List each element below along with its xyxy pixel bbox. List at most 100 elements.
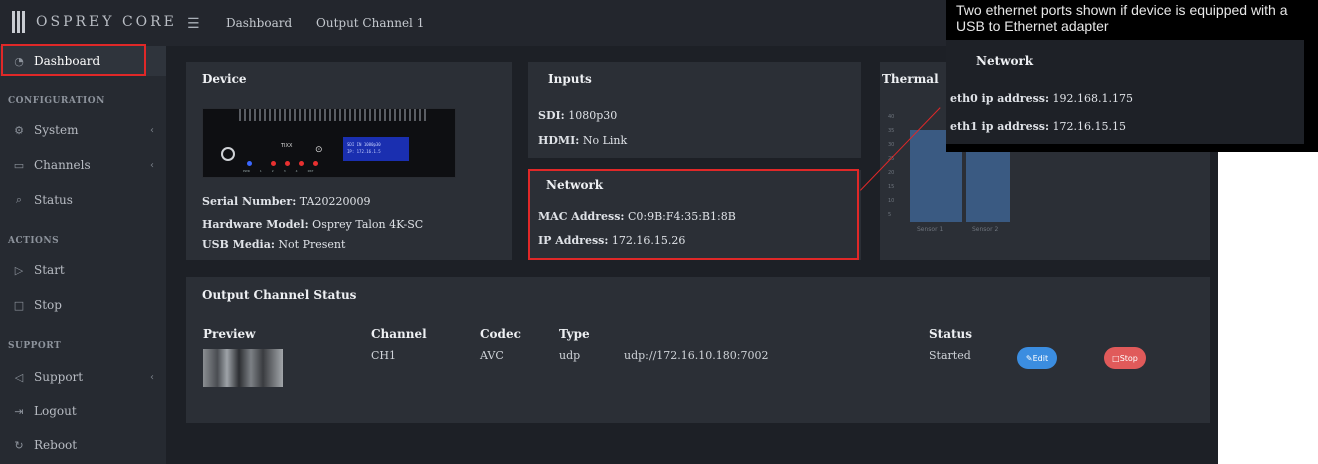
sidebar-item-support[interactable]: ◁ Support ‹ bbox=[0, 362, 166, 392]
chevron-left-icon: ‹ bbox=[150, 159, 154, 171]
channel-preview-thumbnail[interactable] bbox=[203, 349, 283, 387]
hdmi-label: HDMI: bbox=[538, 134, 580, 147]
reboot-icon: ↻ bbox=[14, 438, 24, 452]
breadcrumb-dashboard[interactable]: Dashboard bbox=[226, 16, 292, 30]
hdmi-value: No Link bbox=[582, 134, 628, 147]
led-indicator bbox=[285, 161, 290, 166]
sidebar-item-channels[interactable]: ▭ Channels ‹ bbox=[0, 150, 166, 180]
led-indicator bbox=[313, 161, 318, 166]
edit-button[interactable]: ✎ Edit bbox=[1017, 347, 1057, 369]
port-label: 3 bbox=[283, 169, 286, 173]
screen-line: SDI IN 1080p30 bbox=[347, 142, 381, 147]
sidebar-item-label: Start bbox=[34, 263, 65, 277]
device-title: Device bbox=[202, 72, 247, 86]
eth0-label: eth0 ip address: bbox=[950, 92, 1050, 105]
logo-icon bbox=[12, 11, 28, 33]
support-icon: ◁ bbox=[14, 370, 24, 384]
eth0-address: eth0 ip address: 192.168.1.175 bbox=[950, 92, 1133, 105]
sidebar-item-reboot[interactable]: ↻ Reboot bbox=[0, 430, 166, 460]
section-actions: ACTIONS bbox=[8, 236, 60, 246]
stop-icon: □ bbox=[13, 298, 25, 312]
led-indicator bbox=[247, 161, 252, 166]
led-indicator bbox=[271, 161, 276, 166]
chevron-left-icon: ‹ bbox=[150, 371, 154, 383]
sdi-value: 1080p30 bbox=[568, 109, 618, 122]
network-highlight-box bbox=[528, 169, 859, 260]
sidebar-item-label: Stop bbox=[34, 298, 62, 312]
col-header-preview: Preview bbox=[203, 327, 256, 341]
eth0-value: 192.168.1.175 bbox=[1052, 92, 1133, 105]
eth1-label: eth1 ip address: bbox=[950, 120, 1050, 133]
device-vent bbox=[239, 109, 429, 121]
sidebar-item-label: Support bbox=[34, 370, 84, 384]
sidebar-item-label: Channels bbox=[34, 158, 91, 172]
screen-line: IP: 172.16.1.5 bbox=[347, 149, 381, 154]
tick-label: 15 bbox=[888, 184, 895, 190]
thermal-title: Thermal bbox=[882, 72, 939, 86]
hamburger-icon[interactable]: ☰ bbox=[187, 16, 200, 32]
device-image: TIXX ⊙ SDI IN 1080p30 IP: 172.16.1.5 PWR… bbox=[202, 108, 456, 178]
sidebar-item-label: Logout bbox=[34, 404, 77, 418]
callout-network-title: Network bbox=[976, 54, 1034, 68]
callout-network-card: Network eth0 ip address: 192.168.1.175 e… bbox=[946, 40, 1304, 144]
sidebar-item-status[interactable]: ⌕ Status bbox=[0, 185, 166, 215]
serial-number: Serial Number: TA20220009 bbox=[202, 195, 370, 208]
tick-label: 10 bbox=[888, 198, 895, 204]
thermal-y-ticks: 40 35 30 25 20 15 10 5 bbox=[888, 110, 894, 222]
sensor-2-label: Sensor 2 bbox=[972, 226, 999, 233]
edit-label: Edit bbox=[1032, 353, 1049, 363]
row-codec: AVC bbox=[480, 349, 504, 362]
sidebar: ◔ Dashboard CONFIGURATION ⚙ System ‹ ▭ C… bbox=[0, 46, 166, 464]
power-icon bbox=[221, 147, 235, 161]
row-type: udp bbox=[559, 349, 581, 362]
stop-button[interactable]: □ Stop bbox=[1104, 347, 1146, 369]
tick-label: 5 bbox=[888, 212, 892, 218]
col-header-codec: Codec bbox=[480, 327, 521, 341]
section-configuration: CONFIGURATION bbox=[8, 96, 105, 106]
sidebar-item-system[interactable]: ⚙ System ‹ bbox=[0, 115, 166, 145]
logo-text: OSPREY CORE bbox=[36, 14, 177, 30]
callout-caption: Two ethernet ports shown if device is eq… bbox=[956, 2, 1288, 34]
sidebar-item-start[interactable]: ▷ Start bbox=[0, 255, 166, 285]
device-port-labels: PWR 1 2 3 4 RST bbox=[243, 169, 313, 173]
reset-icon: ⊙ bbox=[315, 145, 323, 155]
port-label: 4 bbox=[295, 169, 298, 173]
row-channel: CH1 bbox=[371, 349, 397, 362]
usb-value: Not Present bbox=[278, 238, 346, 251]
sdi-input: SDI: 1080p30 bbox=[538, 109, 617, 122]
row-url: udp://172.16.10.180:7002 bbox=[624, 349, 769, 362]
sidebar-item-label: System bbox=[34, 123, 79, 137]
play-icon: ▷ bbox=[14, 263, 24, 277]
serial-value: TA20220009 bbox=[299, 195, 371, 208]
callout-annotation: Two ethernet ports shown if device is eq… bbox=[946, 0, 1318, 152]
logo[interactable]: OSPREY CORE bbox=[12, 11, 177, 33]
tick-label: 35 bbox=[888, 128, 895, 134]
tick-label: 30 bbox=[888, 142, 895, 148]
col-header-type: Type bbox=[559, 327, 590, 341]
port-label: 1 bbox=[259, 169, 262, 173]
port-label: 2 bbox=[271, 169, 274, 173]
sidebar-item-stop[interactable]: □ Stop bbox=[0, 290, 166, 320]
dashboard-highlight-box bbox=[1, 44, 146, 76]
sensor-1-label: Sensor 1 bbox=[917, 226, 944, 233]
sidebar-item-logout[interactable]: ⇥ Logout bbox=[0, 396, 166, 426]
inputs-title: Inputs bbox=[548, 72, 592, 86]
system-icon: ⚙ bbox=[14, 123, 24, 137]
sidebar-item-label: Status bbox=[34, 193, 73, 207]
col-header-status: Status bbox=[929, 327, 973, 341]
hardware-model: Hardware Model: Osprey Talon 4K-SC bbox=[202, 218, 423, 231]
hdmi-input: HDMI: No Link bbox=[538, 134, 627, 147]
output-status-title: Output Channel Status bbox=[202, 288, 357, 302]
section-support: SUPPORT bbox=[8, 341, 62, 351]
breadcrumb-output-channel[interactable]: Output Channel 1 bbox=[316, 16, 424, 30]
sidebar-item-label: Reboot bbox=[34, 438, 78, 452]
chevron-left-icon: ‹ bbox=[150, 124, 154, 136]
led-indicator bbox=[299, 161, 304, 166]
logout-icon: ⇥ bbox=[14, 404, 24, 418]
edit-icon: ✎ bbox=[1025, 353, 1033, 363]
device-brand: TIXX bbox=[281, 143, 293, 149]
tick-label: 40 bbox=[888, 114, 895, 120]
serial-label: Serial Number: bbox=[202, 195, 297, 208]
model-value: Osprey Talon 4K-SC bbox=[312, 218, 424, 231]
eth1-value: 172.16.15.15 bbox=[1052, 120, 1126, 133]
